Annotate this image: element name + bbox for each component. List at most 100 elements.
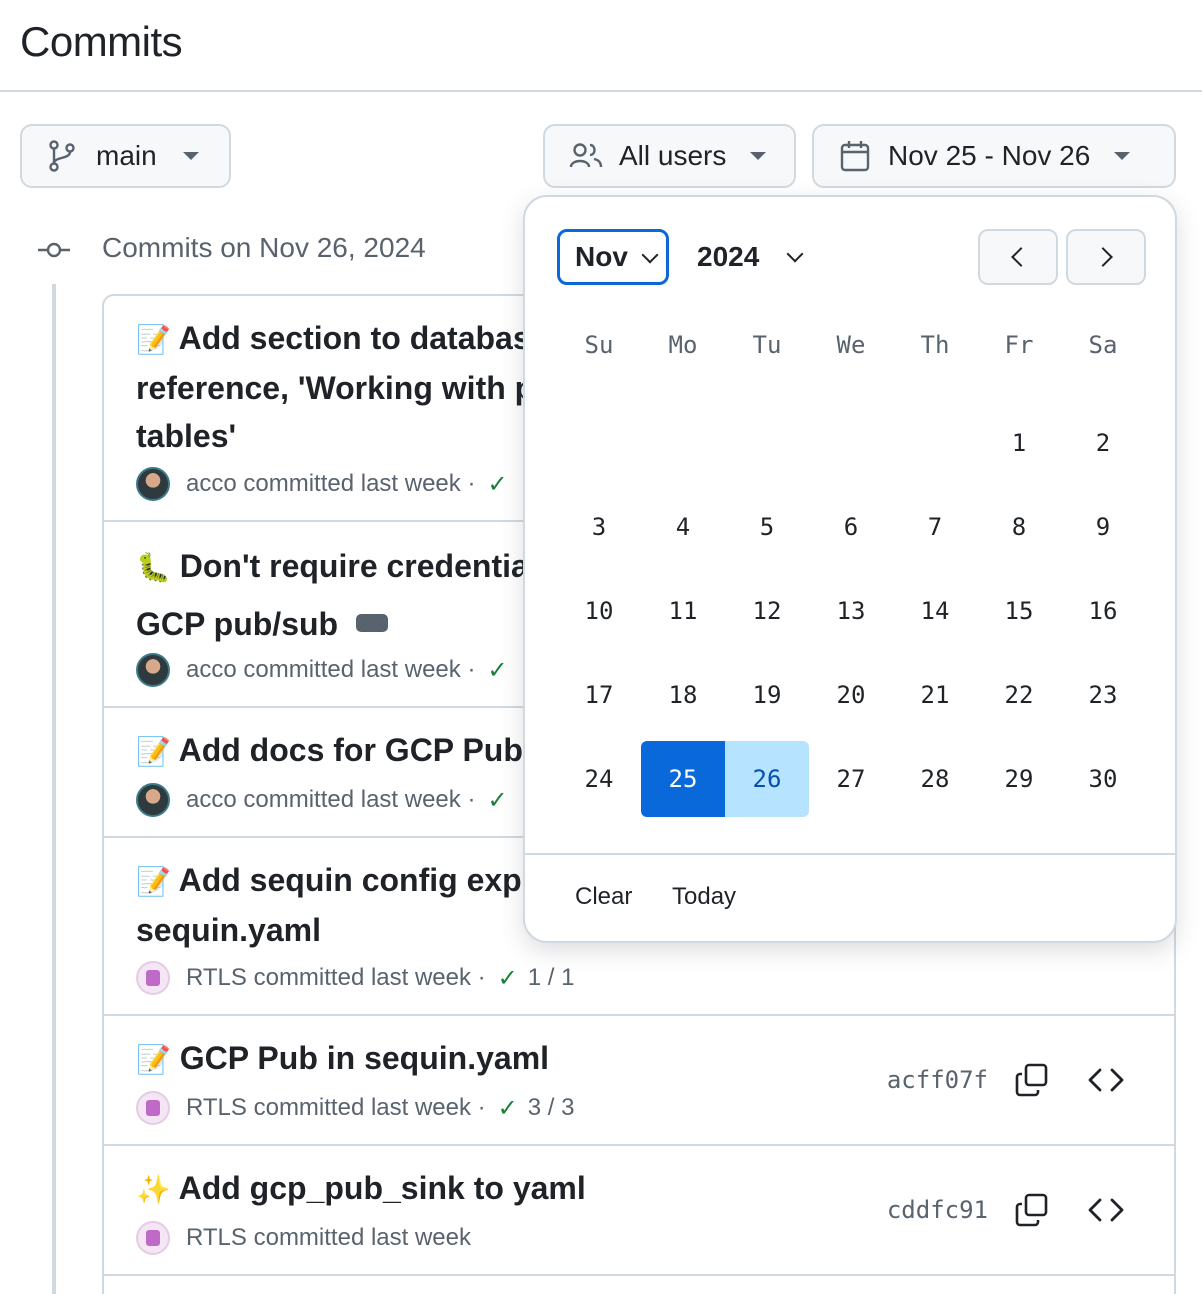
today-button[interactable]: Today <box>672 883 736 911</box>
calendar-day[interactable]: 25 <box>641 741 725 817</box>
browse-code-icon[interactable] <box>1086 1192 1126 1228</box>
check-icon[interactable]: ✓ <box>487 656 507 685</box>
calendar-day[interactable]: 11 <box>641 569 725 653</box>
commit-title-line: Don't require credential <box>179 548 538 584</box>
calendar-day[interactable]: 10 <box>557 569 641 653</box>
author-link[interactable]: RTLS <box>186 964 247 992</box>
weekday-label: We <box>836 331 866 359</box>
previous-month-button[interactable] <box>978 229 1058 285</box>
avatar[interactable] <box>136 1221 170 1255</box>
calendar-day[interactable]: 5 <box>725 485 809 569</box>
chevron-left-icon <box>1011 247 1031 267</box>
calendar-empty-cell <box>725 401 809 485</box>
calendar-day[interactable]: 28 <box>893 737 977 821</box>
avatar[interactable] <box>136 783 170 817</box>
calendar-day[interactable]: 16 <box>1061 569 1145 653</box>
avatar[interactable] <box>136 467 170 501</box>
author-link[interactable]: RTLS <box>186 1224 247 1252</box>
branch-select-button[interactable]: main <box>20 124 231 188</box>
calendar-day[interactable]: 23 <box>1061 653 1145 737</box>
git-branch-icon <box>49 140 75 172</box>
picker-divider <box>525 853 1175 855</box>
calendar-day[interactable]: 26 <box>725 741 809 817</box>
calendar-day[interactable]: 30 <box>1061 737 1145 821</box>
calendar-day[interactable]: 7 <box>893 485 977 569</box>
clear-button[interactable]: Clear <box>575 883 632 911</box>
weekday-label: Fr <box>1004 331 1034 359</box>
page-title: Commits <box>20 18 183 65</box>
calendar-day[interactable]: 21 <box>893 653 977 737</box>
bug-emoji: 🐛 <box>136 552 171 583</box>
weekday-label: Tu <box>752 331 782 359</box>
branch-label: main <box>96 140 157 171</box>
commit-time: committed last week <box>253 1094 471 1121</box>
author-link[interactable]: acco <box>186 656 237 684</box>
date-range-label: Nov 25 - Nov 26 <box>888 140 1091 171</box>
commit-sha-link[interactable]: acff07f <box>887 1066 988 1094</box>
commit-title-link[interactable]: 📝 GCP Pub in sequin.yaml <box>136 1034 549 1084</box>
calendar-day[interactable]: 19 <box>725 653 809 737</box>
calendar-empty-cell <box>557 401 641 485</box>
commit-sha-link[interactable]: cddfc91 <box>887 1196 988 1224</box>
author-link[interactable]: RTLS <box>186 1094 247 1122</box>
meta-separator: · <box>467 786 476 813</box>
commit-title-link[interactable]: 📝 Add section to database reference, 'Wo… <box>136 314 548 460</box>
commit-title-line: Add section to database <box>178 320 549 356</box>
calendar-day[interactable]: 6 <box>809 485 893 569</box>
memo-emoji: 📝 <box>136 1044 171 1075</box>
date-range-button[interactable]: Nov 25 - Nov 26 <box>812 124 1176 188</box>
calendar-day[interactable]: 8 <box>977 485 1061 569</box>
year-select[interactable]: 2024 <box>697 229 817 285</box>
commit-title-link[interactable]: 📝 Add sequin config expo sequin.yaml <box>136 856 541 954</box>
calendar-day[interactable]: 18 <box>641 653 725 737</box>
calendar-day[interactable]: 22 <box>977 653 1061 737</box>
commit-node-icon <box>38 242 70 258</box>
avatar[interactable] <box>136 653 170 687</box>
calendar-day[interactable]: 15 <box>977 569 1061 653</box>
users-filter-button[interactable]: All users <box>543 124 796 188</box>
memo-emoji: 📝 <box>136 736 171 767</box>
copy-icon[interactable] <box>1014 1062 1050 1098</box>
browse-code-icon[interactable] <box>1086 1062 1126 1098</box>
calendar-empty-cell <box>893 401 977 485</box>
checks-count[interactable]: 1 / 1 <box>528 964 575 992</box>
calendar-day[interactable]: 14 <box>893 569 977 653</box>
meta-separator: · <box>467 470 476 497</box>
next-month-button[interactable] <box>1066 229 1146 285</box>
check-icon[interactable]: ✓ <box>487 786 507 815</box>
avatar[interactable] <box>136 961 170 995</box>
calendar-day[interactable]: 27 <box>809 737 893 821</box>
commit-title-link[interactable]: 📝 Add docs for GCP Pub/S <box>136 726 553 776</box>
commit-title-line: Add sequin config expo <box>178 862 542 898</box>
commit-time: committed last week <box>243 470 461 497</box>
people-icon <box>569 143 603 168</box>
commit-title-link[interactable]: 🐛 Don't require credential GCP pub/sub <box>136 538 538 662</box>
avatar[interactable] <box>136 1091 170 1125</box>
commit-title-line: Add gcp_pub_sink to yaml <box>178 1170 586 1206</box>
month-value: Nov <box>575 241 628 272</box>
calendar-day[interactable]: 13 <box>809 569 893 653</box>
calendar-day[interactable]: 17 <box>557 653 641 737</box>
calendar-day[interactable]: 20 <box>809 653 893 737</box>
commit-title-link[interactable]: ✨ Add gcp_pub_sink to yaml <box>136 1164 586 1214</box>
calendar-day[interactable]: 4 <box>641 485 725 569</box>
chevron-right-icon <box>1093 247 1113 267</box>
author-link[interactable]: acco <box>186 786 237 814</box>
calendar-day[interactable]: 3 <box>557 485 641 569</box>
calendar-day[interactable]: 29 <box>977 737 1061 821</box>
calendar-day[interactable]: 12 <box>725 569 809 653</box>
expand-message-button[interactable] <box>356 606 389 662</box>
calendar-day[interactable]: 9 <box>1061 485 1145 569</box>
calendar-day[interactable]: 1 <box>977 401 1061 485</box>
author-link[interactable]: acco <box>186 470 237 498</box>
commit-title-line: reference, 'Working with p <box>136 370 535 406</box>
check-icon[interactable]: ✓ <box>487 470 507 499</box>
check-icon[interactable]: ✓ <box>498 1094 518 1123</box>
checks-count[interactable]: 3 / 3 <box>528 1094 575 1122</box>
copy-icon[interactable] <box>1014 1192 1050 1228</box>
month-select[interactable]: Nov <box>557 229 669 285</box>
meta-separator: · <box>477 964 486 991</box>
calendar-day[interactable]: 24 <box>557 737 641 821</box>
calendar-day[interactable]: 2 <box>1061 401 1145 485</box>
check-icon[interactable]: ✓ <box>498 964 518 993</box>
